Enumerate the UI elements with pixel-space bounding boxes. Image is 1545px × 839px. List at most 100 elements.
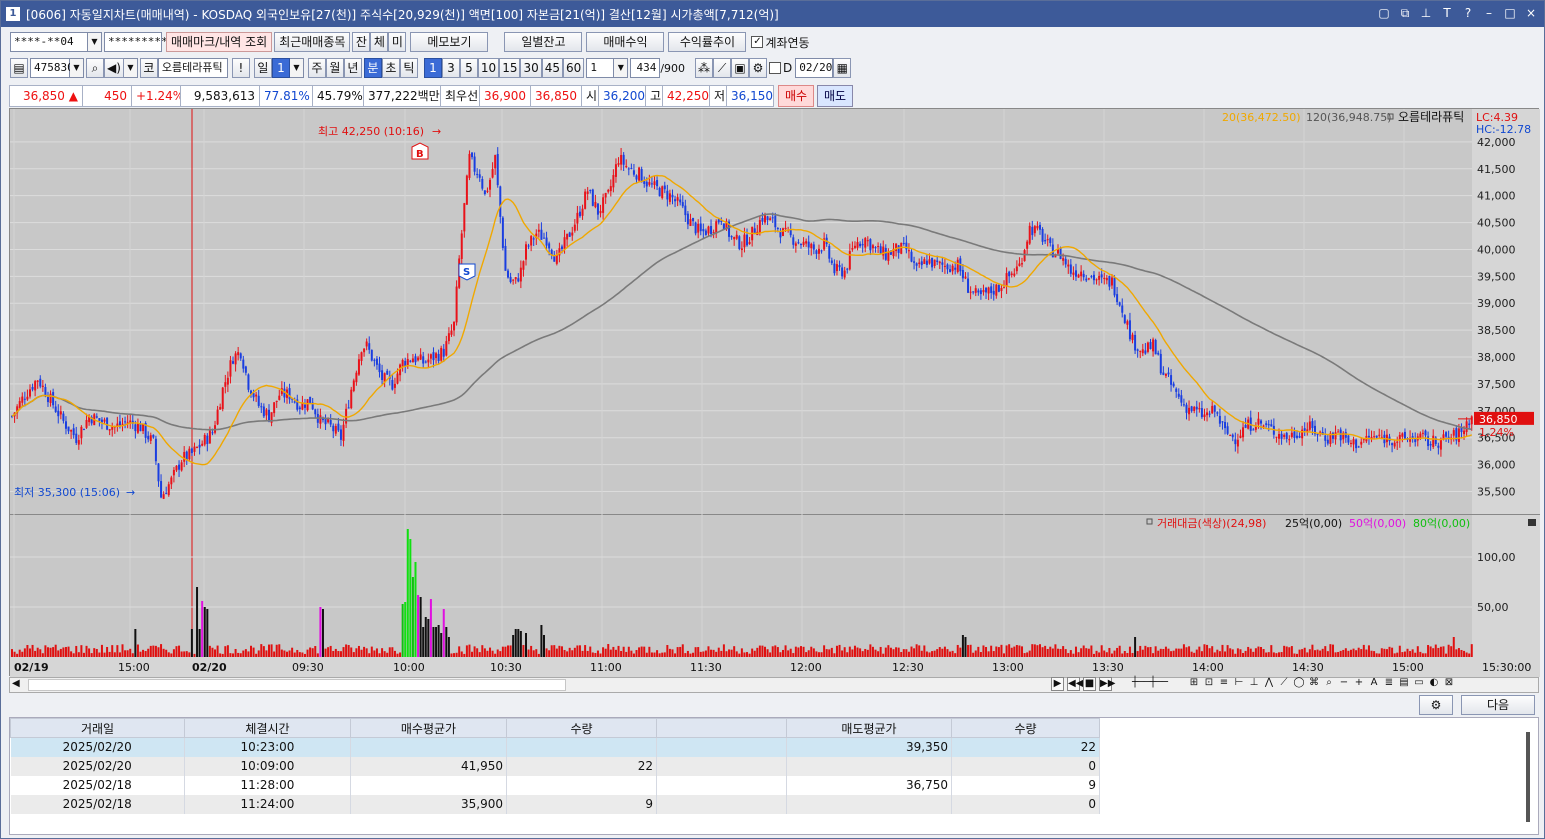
period-num-button[interactable]: 1	[271, 58, 290, 78]
settings-gear-icon[interactable]: ⚙	[1419, 695, 1453, 715]
volume-bar	[779, 652, 782, 657]
calendar-icon[interactable]: ▦	[833, 58, 852, 78]
volume-bar	[995, 646, 998, 657]
trade-mark-button[interactable]: 매매마크/내역 조회	[166, 32, 273, 52]
tool-icon-i[interactable]: ⌘	[1308, 677, 1320, 691]
stock-legend: 오름테라퓨틱	[1398, 110, 1464, 124]
pin-icon[interactable]: ⊥	[1419, 5, 1433, 21]
interval-30-button[interactable]: 30	[520, 58, 542, 78]
table-row[interactable]: 2025/02/20 10:09:00 41,950 22 0	[10, 756, 1100, 776]
speed-slider[interactable]: ┼──┼──	[1115, 677, 1185, 691]
unfilled-button[interactable]: 미	[388, 32, 407, 52]
tool-icon-b[interactable]: ⊡	[1203, 677, 1215, 691]
search-icon[interactable]: ⌕	[86, 58, 104, 78]
tool-icon-m[interactable]: ◐	[1428, 677, 1440, 691]
minimize-icon[interactable]: –	[1482, 5, 1496, 21]
memo-button[interactable]: 메모보기	[410, 32, 489, 52]
table-scrollbar[interactable]	[1526, 732, 1530, 822]
executed-button[interactable]: 체	[370, 32, 389, 52]
checkbox-icon[interactable]	[769, 62, 782, 74]
daily-balance-button[interactable]: 일별잔고	[504, 32, 583, 52]
profit-trend-button[interactable]: 수익률추이	[668, 32, 747, 52]
table-row[interactable]: 2025/02/18 11:28:00 36,750 9	[10, 775, 1100, 795]
next-button[interactable]: 다음	[1461, 695, 1535, 715]
period-minute-button[interactable]: 분	[363, 58, 382, 78]
scroll-left-icon[interactable]: ◀	[12, 678, 20, 689]
interval-1-button[interactable]: 1	[423, 58, 442, 78]
link-icon[interactable]: ▢	[1377, 5, 1391, 21]
account-input[interactable]: ****-**04	[10, 32, 88, 52]
plus-icon[interactable]: +	[1353, 677, 1365, 691]
copy-window-icon[interactable]: ⧉	[1398, 5, 1412, 21]
forward-icon[interactable]: ▶▶	[1099, 677, 1115, 691]
period-second-button[interactable]: 초	[381, 58, 400, 78]
interval-5-button[interactable]: 5	[459, 58, 478, 78]
alert-button[interactable]: !	[231, 58, 250, 78]
period-tick-button[interactable]: 틱	[399, 58, 418, 78]
indicator-icon[interactable]: ⁂	[695, 58, 714, 78]
tool-icon-d[interactable]: ⊢	[1233, 677, 1245, 691]
rewind-icon[interactable]: ◀◀	[1067, 677, 1083, 691]
price-volume-chart[interactable]: 42,000 41,500 41,000 40,500 40,000 39,500 39,0…	[10, 109, 1540, 677]
chart-type-icon[interactable]: ▤	[10, 58, 28, 78]
scroll-thumb[interactable]	[28, 679, 566, 691]
period-month-button[interactable]: 월	[325, 58, 344, 78]
volume-bar	[1044, 645, 1047, 657]
tool-icon-a[interactable]: ⊞	[1188, 677, 1200, 691]
speaker-dropdown-icon[interactable]: ▼	[123, 58, 138, 78]
trade-profit-button[interactable]: 매매수익	[586, 32, 665, 52]
interval-45-button[interactable]: 45	[541, 58, 564, 78]
tool-icon-c[interactable]: ≡	[1218, 677, 1230, 691]
period-dropdown-icon[interactable]: ▼	[289, 58, 304, 78]
speaker-icon[interactable]: ◀)	[104, 58, 124, 78]
tool-icon-g[interactable]: ⟋	[1278, 677, 1290, 691]
recent-trades-button[interactable]: 최근매매종목	[274, 32, 351, 52]
date-input[interactable]: 02/20	[795, 58, 834, 78]
checkbox-icon[interactable]: ✓	[751, 36, 764, 48]
tool-icon-f[interactable]: ⋀	[1263, 677, 1275, 691]
candle-body	[625, 166, 628, 168]
stop-icon[interactable]: ■	[1083, 677, 1096, 691]
tool-icon-l[interactable]: ▭	[1413, 677, 1425, 691]
d-checkbox[interactable]: D	[769, 61, 792, 75]
period-week-button[interactable]: 주	[307, 58, 326, 78]
save-icon[interactable]: ▣	[731, 58, 750, 78]
account-link-checkbox[interactable]: ✓ 계좌연동	[751, 34, 810, 51]
account-dropdown-icon[interactable]: ▼	[88, 32, 102, 52]
volume-bar	[345, 644, 348, 657]
gear-icon[interactable]: ⚙	[749, 58, 768, 78]
zoom-icon[interactable]: ⌕	[1323, 677, 1335, 691]
interval-3-button[interactable]: 3	[441, 58, 460, 78]
password-input[interactable]: *********	[104, 32, 168, 52]
stock-code-input[interactable]: 475830	[30, 58, 74, 78]
interval-15-button[interactable]: 15	[499, 58, 521, 78]
interval-10-button[interactable]: 10	[477, 58, 500, 78]
play-icon[interactable]: ▶	[1051, 677, 1064, 691]
tool-icon-e[interactable]: ⊥	[1248, 677, 1260, 691]
tool-icon-n[interactable]: ⊠	[1443, 677, 1455, 691]
stock-name-field[interactable]: 오름테라퓨틱	[157, 58, 228, 78]
tool-icon-j[interactable]: ≣	[1383, 677, 1395, 691]
code-dropdown-icon[interactable]: ▼	[70, 58, 84, 78]
font-icon[interactable]: T	[1440, 5, 1454, 21]
period-year-button[interactable]: 년	[343, 58, 362, 78]
sell-button[interactable]: 매도	[817, 85, 853, 107]
text-icon[interactable]: A	[1368, 677, 1380, 691]
buy-button[interactable]: 매수	[778, 85, 814, 107]
close-icon[interactable]: ×	[1524, 5, 1538, 21]
draw-icon[interactable]: ⟋	[713, 58, 732, 78]
custom-interval-dropdown-icon[interactable]: ▼	[614, 58, 629, 78]
tool-icon-k[interactable]: ▤	[1398, 677, 1410, 691]
count-input[interactable]: 434	[630, 58, 661, 78]
interval-60-button[interactable]: 60	[563, 58, 585, 78]
custom-interval-input[interactable]: 1	[586, 58, 615, 78]
help-icon[interactable]: ?	[1461, 5, 1475, 21]
balance-button[interactable]: 잔	[352, 32, 371, 52]
table-row[interactable]: 2025/02/18 11:24:00 35,900 9 0	[10, 794, 1100, 814]
chart-area[interactable]: 42,000 41,500 41,000 40,500 40,000 39,500 39,0…	[9, 108, 1540, 677]
minus-icon[interactable]: −	[1338, 677, 1350, 691]
table-row[interactable]: 2025/02/20 10:23:00 39,350 22	[10, 737, 1100, 757]
tool-icon-h[interactable]: ◯	[1293, 677, 1305, 691]
period-day-button[interactable]: 일	[253, 58, 272, 78]
maximize-icon[interactable]: □	[1503, 5, 1517, 21]
